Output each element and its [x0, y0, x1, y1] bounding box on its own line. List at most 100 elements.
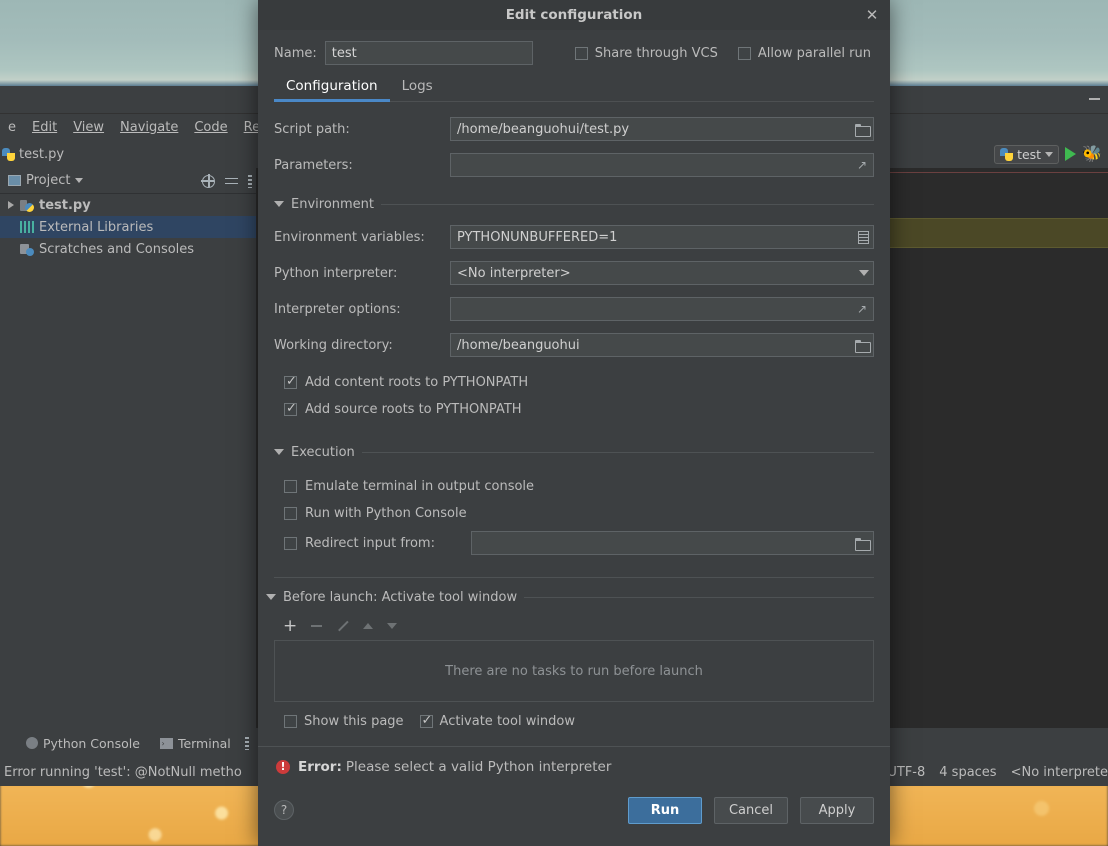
- help-button[interactable]: ?: [274, 800, 294, 820]
- checkbox-icon: [284, 714, 297, 728]
- status-encoding[interactable]: UTF-8: [887, 765, 925, 780]
- select-opened-file-icon[interactable]: [201, 173, 215, 188]
- remove-icon[interactable]: [311, 625, 323, 627]
- edit-icon[interactable]: [336, 620, 349, 633]
- emulate-terminal-checkbox[interactable]: Emulate terminal in output console: [274, 473, 874, 500]
- chevron-down-icon: [266, 594, 276, 600]
- action-buttons: Run Cancel Apply: [628, 796, 874, 824]
- before-launch-task-list[interactable]: There are no tasks to run before launch: [274, 640, 874, 702]
- parameters-row: Parameters: ↗: [274, 147, 874, 183]
- scratch-icon: [20, 243, 34, 256]
- project-panel-icon: [8, 175, 21, 186]
- redirect-input-label: Redirect input from:: [305, 535, 435, 551]
- close-icon[interactable]: ✕: [864, 7, 880, 23]
- tab-logs[interactable]: Logs: [390, 74, 445, 101]
- move-up-icon[interactable]: [363, 623, 374, 629]
- expand-editor-icon[interactable]: ↗: [857, 303, 869, 315]
- menu-code[interactable]: Code: [186, 118, 235, 137]
- working-directory-input[interactable]: /home/beanguohui: [450, 333, 874, 357]
- name-input[interactable]: [324, 41, 533, 65]
- before-launch-section-header[interactable]: Before launch: Activate tool window: [266, 582, 874, 612]
- menu-navigate[interactable]: Navigate: [112, 118, 186, 137]
- environment-variables-input[interactable]: PYTHONUNBUFFERED=1: [450, 225, 874, 249]
- script-path-label-group[interactable]: Script path:: [274, 121, 460, 137]
- browse-folder-icon[interactable]: [855, 537, 871, 551]
- show-this-page-checkbox[interactable]: Show this page: [284, 714, 404, 729]
- activate-tool-window-checkbox[interactable]: Activate tool window: [419, 713, 575, 729]
- options-menu-icon[interactable]: [248, 174, 252, 188]
- tree-item-external-libraries[interactable]: External Libraries: [0, 216, 256, 238]
- redirect-input-path[interactable]: [471, 531, 874, 555]
- tab-configuration[interactable]: Configuration: [274, 74, 390, 102]
- move-down-icon[interactable]: [387, 623, 398, 629]
- status-interpreter[interactable]: <No interprete: [1011, 765, 1108, 780]
- dialog-bottom-checkboxes: Show this page Activate tool window: [274, 702, 874, 740]
- cancel-button[interactable]: Cancel: [714, 796, 788, 824]
- checkbox-icon: [574, 46, 588, 60]
- run-toolbar: test 🐝: [994, 140, 1108, 168]
- collapse-all-icon[interactable]: [225, 175, 238, 188]
- script-path-input[interactable]: /home/beanguohui/test.py: [450, 117, 874, 141]
- tree-item-label: Scratches and Consoles: [39, 241, 195, 257]
- tree-item-test-py[interactable]: test.py: [0, 194, 256, 216]
- add-icon[interactable]: +: [283, 617, 297, 635]
- run-button[interactable]: Run: [628, 796, 702, 824]
- apply-button[interactable]: Apply: [800, 796, 874, 824]
- redirect-input-checkbox[interactable]: [284, 536, 297, 550]
- screen: e Edit View Navigate Code Refa test.py t…: [0, 0, 1108, 846]
- tree-item-scratches-and-consoles[interactable]: Scratches and Consoles: [0, 238, 256, 260]
- menu-file[interactable]: e: [0, 118, 24, 137]
- python-interpreter-label: Python interpreter:: [274, 265, 398, 281]
- redirect-input-row: Redirect input from:: [274, 527, 874, 559]
- run-configuration-selector[interactable]: test: [994, 144, 1060, 164]
- execution-section-header[interactable]: Execution: [274, 437, 874, 467]
- interpreter-options-input[interactable]: ↗: [450, 297, 874, 321]
- minimize-icon[interactable]: [1089, 98, 1100, 100]
- tool-button-python-console[interactable]: Python Console: [16, 736, 150, 751]
- checkbox-icon: [284, 374, 297, 389]
- menu-view[interactable]: View: [65, 118, 112, 137]
- environment-variables-label: Environment variables:: [274, 229, 425, 245]
- checkbox-icon: [737, 46, 751, 60]
- allow-parallel-run-label: Allow parallel run: [757, 45, 871, 61]
- share-through-vcs-label: Share through VCS: [594, 45, 718, 61]
- project-tree: test.py External Libraries Scratches and…: [0, 194, 256, 354]
- tool-button-terminal[interactable]: Terminal: [150, 736, 241, 751]
- before-launch-section-label: Before launch: Activate tool window: [283, 589, 518, 605]
- checkbox-icon: [284, 401, 297, 416]
- script-path-label: Script path:: [274, 121, 350, 137]
- chevron-down-icon: [859, 270, 869, 276]
- editor-tab-test-py[interactable]: test.py: [0, 144, 72, 165]
- debug-button-icon[interactable]: 🐝: [1082, 146, 1102, 162]
- error-prefix: Error:: [298, 759, 342, 775]
- dialog-titlebar: Edit configuration ✕: [258, 0, 890, 30]
- execution-section-label: Execution: [291, 444, 355, 460]
- python-interpreter-select[interactable]: <No interpreter>: [450, 261, 874, 285]
- chevron-right-icon[interactable]: [8, 201, 14, 209]
- menu-edit[interactable]: Edit: [24, 118, 65, 137]
- browse-folder-icon[interactable]: [855, 339, 871, 353]
- environment-section-header[interactable]: Environment: [274, 189, 874, 219]
- run-with-python-console-label: Run with Python Console: [305, 506, 467, 521]
- chevron-down-icon[interactable]: [75, 178, 84, 183]
- add-content-roots-checkbox[interactable]: Add content roots to PYTHONPATH: [274, 369, 874, 396]
- run-with-python-console-checkbox[interactable]: Run with Python Console: [274, 500, 874, 527]
- parameters-input[interactable]: ↗: [450, 153, 874, 177]
- status-indent[interactable]: 4 spaces: [939, 765, 996, 780]
- tool-strip-dots-icon[interactable]: [244, 736, 249, 750]
- name-label: Name:: [274, 45, 317, 61]
- tree-item-label: test.py: [39, 197, 91, 213]
- allow-parallel-run-checkbox[interactable]: Allow parallel run: [737, 45, 871, 61]
- error-icon: !: [276, 760, 290, 774]
- add-source-roots-checkbox[interactable]: Add source roots to PYTHONPATH: [274, 396, 874, 423]
- edit-env-vars-icon[interactable]: [858, 230, 869, 244]
- tree-item-label: External Libraries: [39, 219, 154, 235]
- expand-editor-icon[interactable]: ↗: [857, 159, 869, 171]
- share-through-vcs-checkbox[interactable]: Share through VCS: [574, 45, 718, 61]
- run-button-icon[interactable]: [1065, 147, 1077, 161]
- configuration-form: Script path: /home/beanguohui/test.py Pa…: [258, 102, 890, 833]
- emulate-terminal-label: Emulate terminal in output console: [305, 479, 535, 494]
- browse-folder-icon[interactable]: [855, 123, 871, 137]
- python-interpreter-row: Python interpreter: <No interpreter>: [274, 255, 874, 291]
- dialog-title: Edit configuration: [505, 7, 643, 23]
